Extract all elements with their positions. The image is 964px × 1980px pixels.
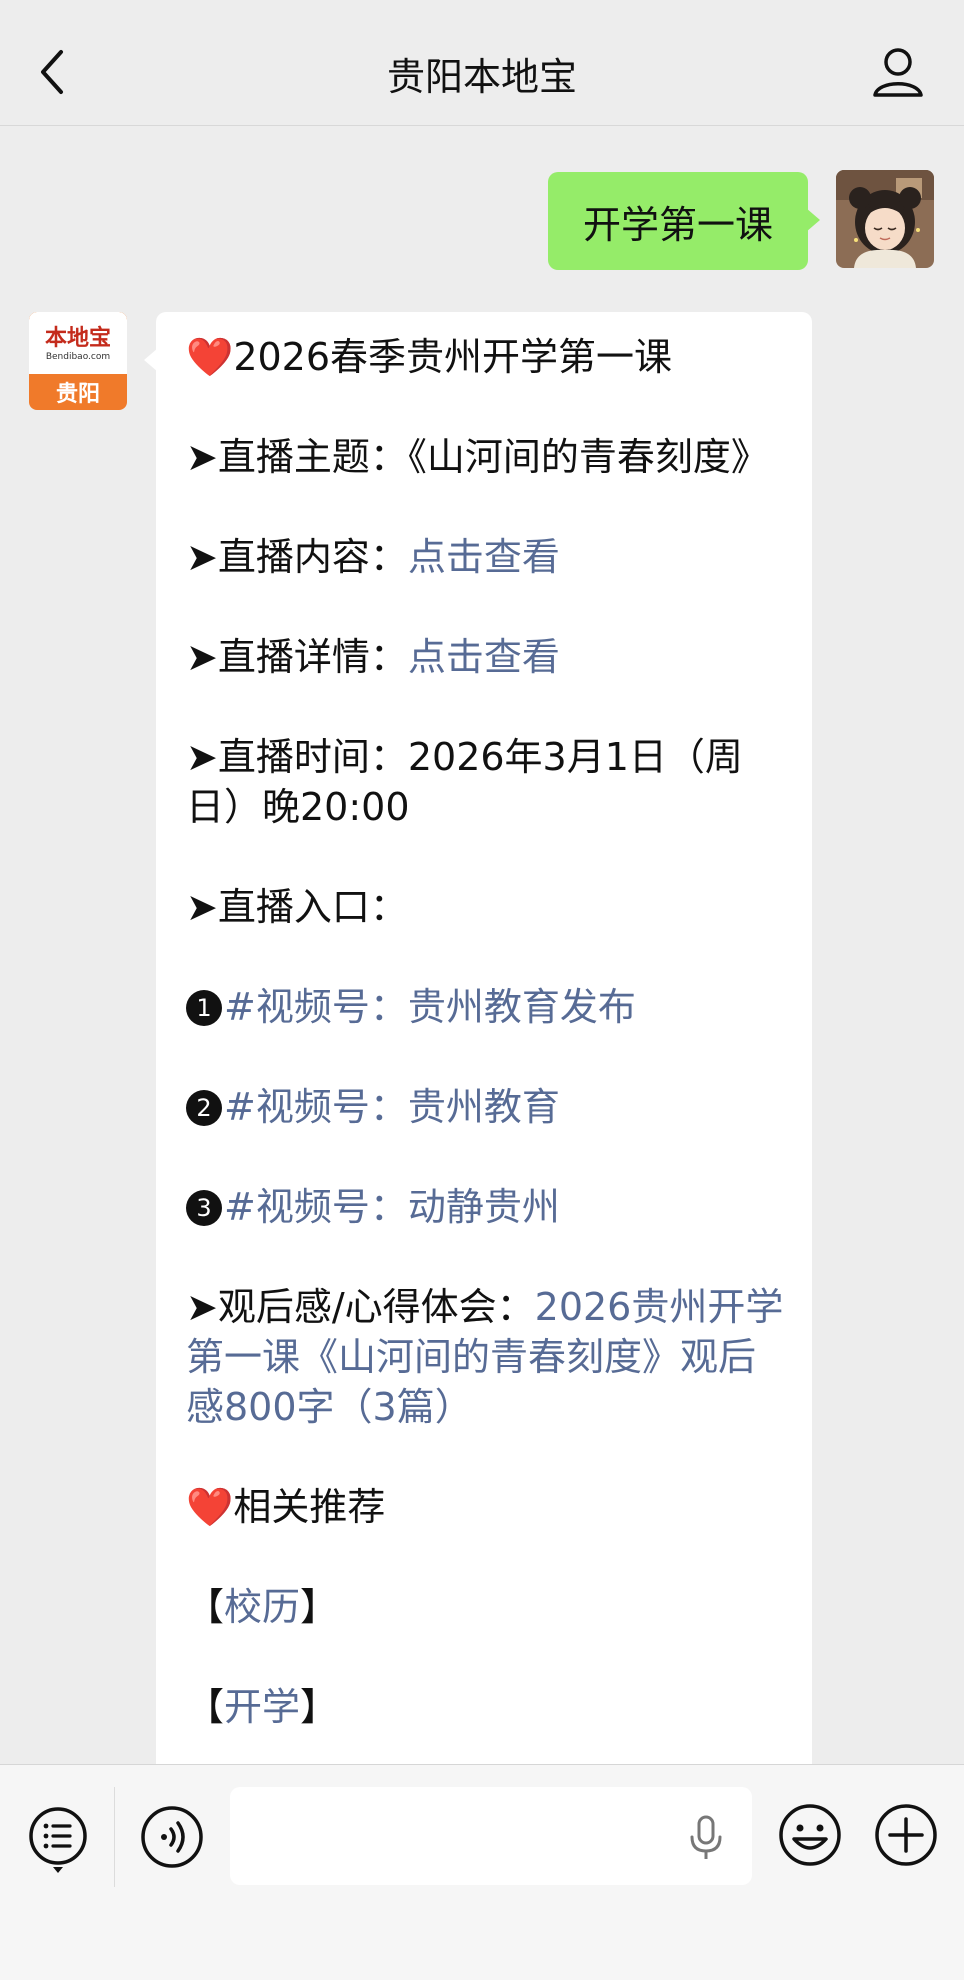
input-bar [0,1764,964,1980]
add-button[interactable] [874,1803,938,1867]
message-content: ❤️2026春季贵州开学第一课 ➤直播主题：《山河间的青春刻度》 ➤直播内容：点… [186,332,792,1782]
divider [114,1787,115,1887]
number-badge-icon: 1 [186,990,222,1026]
chat-title: 贵阳本地宝 [386,55,577,99]
review-line: ➤观后感/心得体会：2026贵州开学第一课《山河间的青春刻度》观后感800字（3… [186,1285,784,1429]
channel-item: 3 #视频号：动静贵州 [186,1182,792,1232]
channel-link[interactable]: #视频号：贵州教育 [224,1085,560,1129]
user-avatar[interactable] [836,170,934,268]
chat-header: 贵阳本地宝 [0,0,964,126]
heart-icon: ❤️ [186,1485,234,1529]
number-badge-icon: 2 [186,1090,222,1126]
voice-icon [141,1806,203,1868]
person-icon [873,48,923,97]
content-line: ➤直播内容：点击查看 [186,535,560,579]
related-item: 【开学】 [186,1685,339,1729]
heart-icon: ❤️ [186,335,234,379]
bendibao-avatar[interactable]: 本地宝 Bendibao.com 贵阳 [29,312,127,410]
channel-link[interactable]: #视频号：贵州教育发布 [224,985,636,1029]
related-heading: ❤️相关推荐 [186,1485,386,1529]
time-line: ➤直播时间：2026年3月1日（周日）晚20:00 [186,735,743,829]
plus-icon [875,1804,937,1866]
channel-link[interactable]: #视频号：动静贵州 [224,1185,560,1229]
bendibao-logo: 本地宝 [44,325,111,351]
number-badge-icon: 3 [186,1190,222,1226]
incoming-bubble: ❤️2026春季贵州开学第一课 ➤直播主题：《山河间的青春刻度》 ➤直播内容：点… [144,312,812,1812]
menu-button[interactable] [26,1805,90,1873]
channel-item: 2 #视频号：贵州教育 [186,1082,792,1132]
anime-girl-avatar-image [836,170,934,268]
message-input[interactable] [230,1787,752,1885]
list-icon [29,1807,87,1873]
entry-line: ➤直播入口： [186,885,408,929]
bendibao-site: Bendibao.com [45,352,111,362]
details-link[interactable]: 点击查看 [408,635,560,679]
related-link-calendar[interactable]: 校历 [224,1585,300,1629]
emoji-icon [779,1804,841,1866]
outgoing-bubble[interactable]: 开学第一课 [548,172,820,270]
channel-item: 1 #视频号：贵州教育发布 [186,982,792,1032]
profile-button[interactable] [870,44,926,100]
content-link[interactable]: 点击查看 [408,535,560,579]
message-heading: ❤️2026春季贵州开学第一课 [186,335,673,379]
voice-button[interactable] [140,1805,204,1869]
theme-line: ➤直播主题：《山河间的青春刻度》 [186,435,769,479]
emoji-button[interactable] [778,1803,842,1867]
bendibao-city: 贵阳 [55,382,100,407]
related-item: 【校历】 [186,1585,339,1629]
details-line: ➤直播详情：点击查看 [186,635,560,679]
related-link-school-start[interactable]: 开学 [224,1685,300,1729]
microphone-icon[interactable] [688,1815,724,1861]
